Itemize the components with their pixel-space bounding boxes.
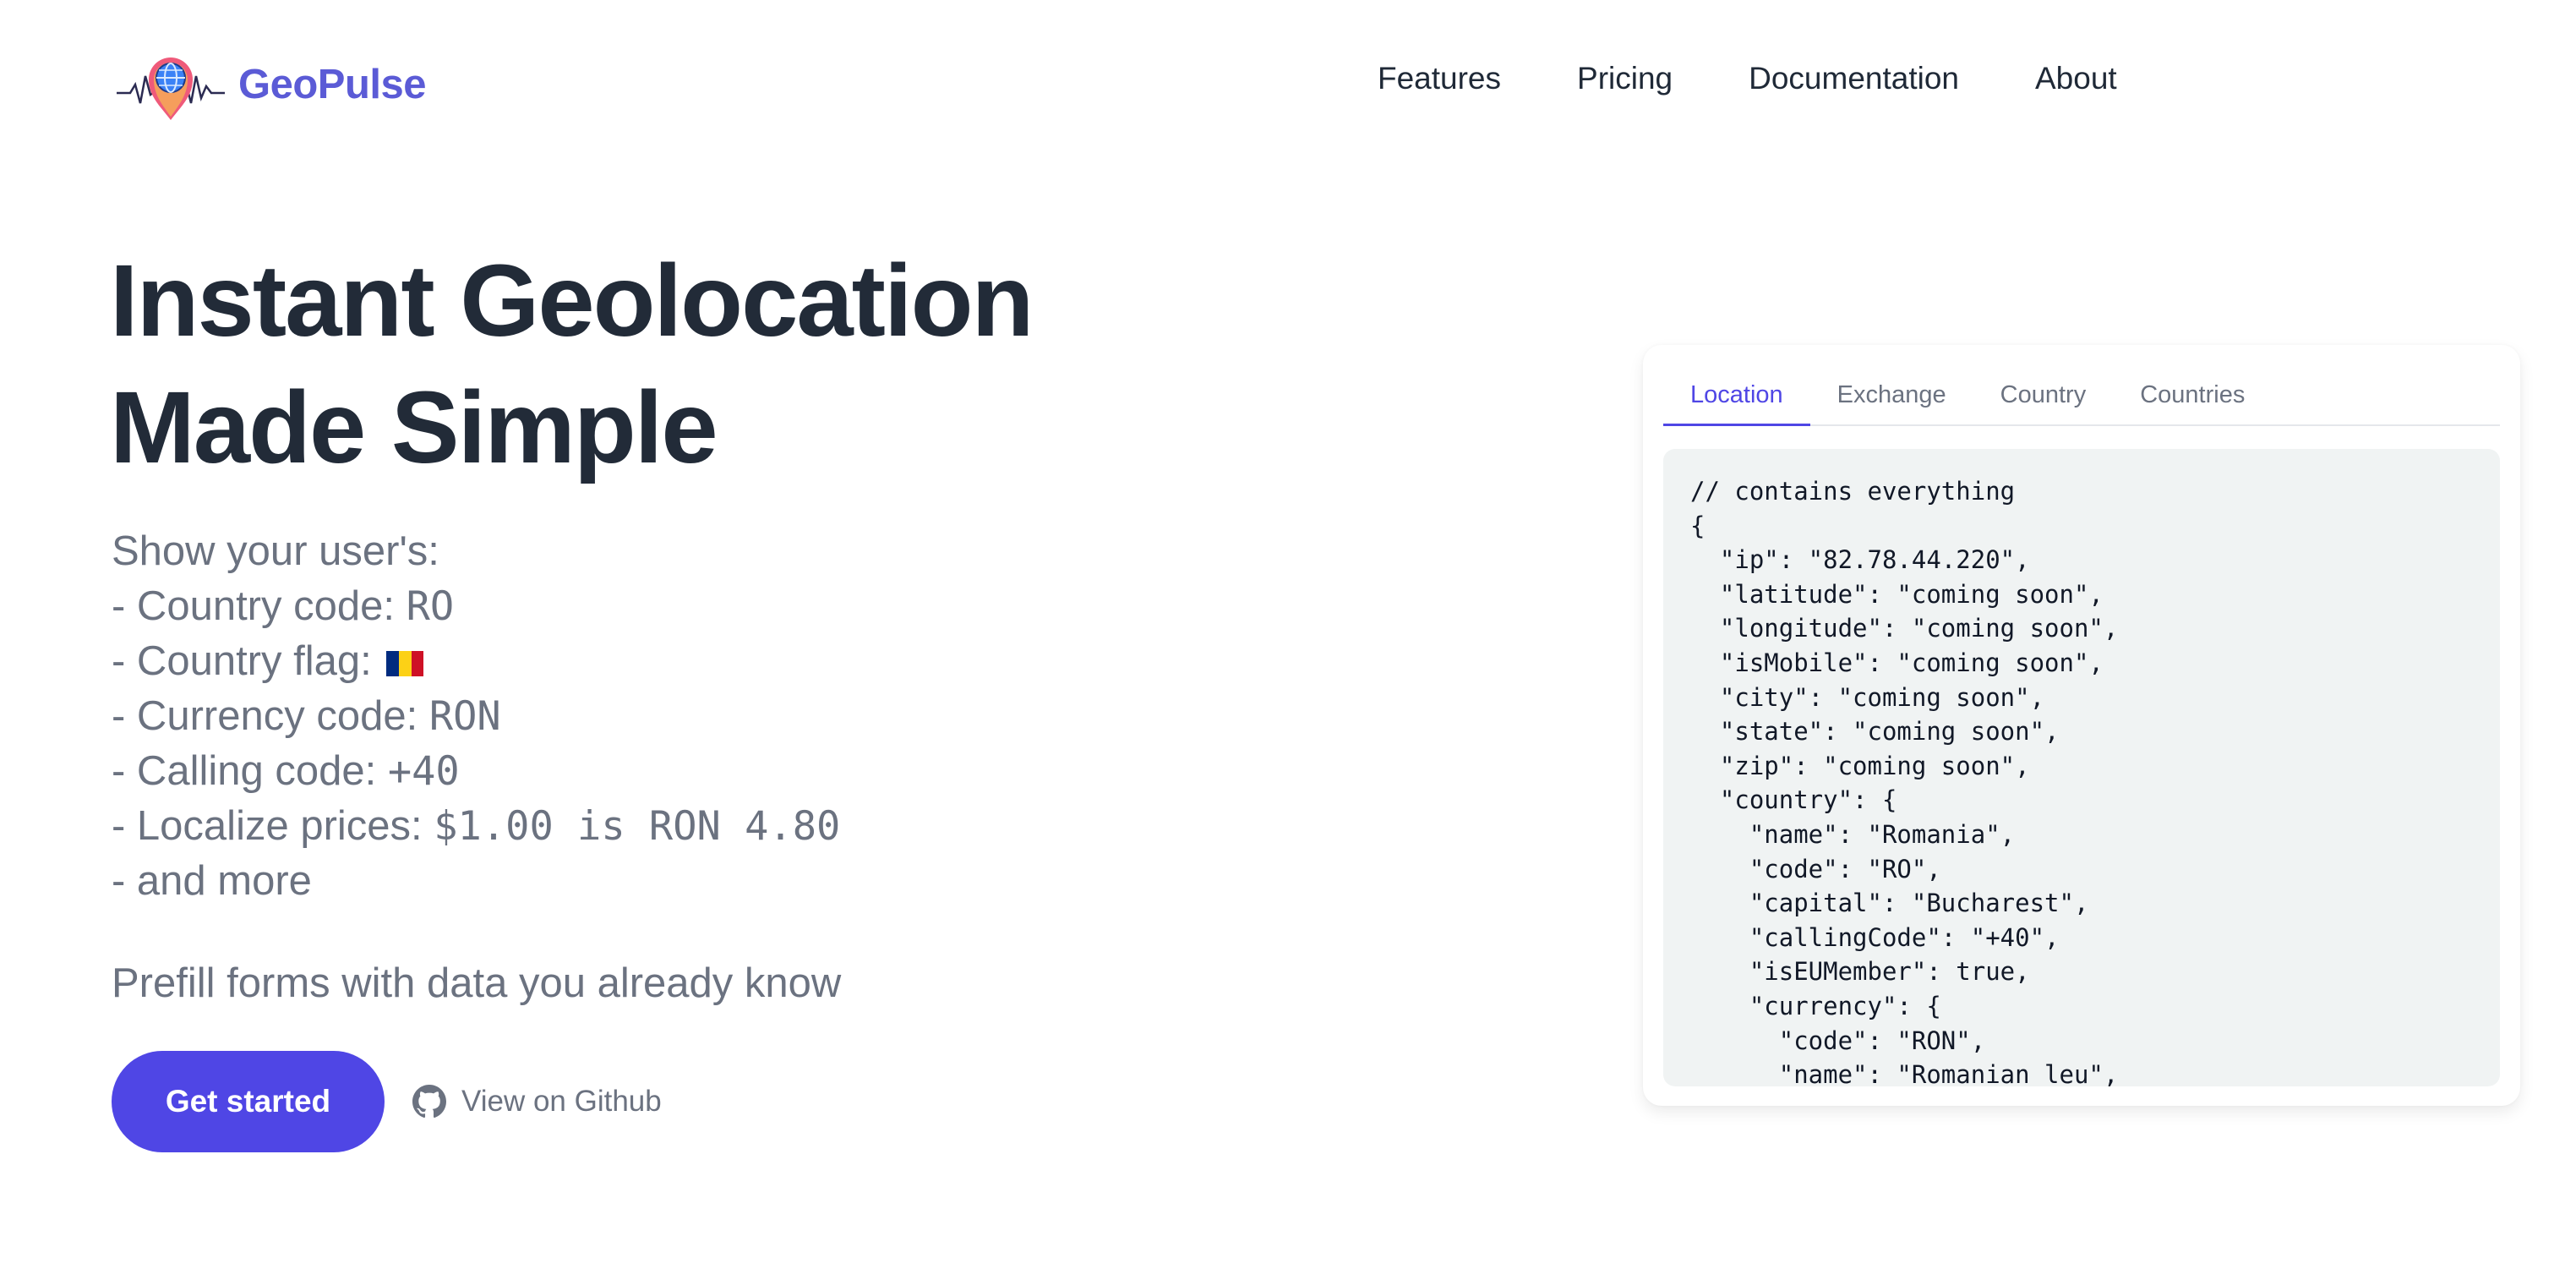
- nav-item-pricing[interactable]: Pricing: [1577, 61, 1673, 96]
- feature-currency-code-value: RON: [428, 693, 501, 740]
- view-on-github-link[interactable]: View on Github: [412, 1085, 662, 1119]
- code-line: "callingCode": "+40",: [1690, 922, 2060, 952]
- feature-localize-prices-label: - Localize prices:: [112, 803, 434, 849]
- feature-currency-code: - Currency code: RON: [112, 689, 1210, 744]
- nav-item-about[interactable]: About: [2035, 61, 2117, 96]
- api-example-tabs: Location Exchange Country Countries: [1663, 365, 2500, 426]
- tab-exchange[interactable]: Exchange: [1810, 365, 1973, 426]
- hero-title-line-2: Made Simple: [110, 369, 718, 484]
- code-line: "capital": "Bucharest",: [1690, 889, 2089, 918]
- code-line: "name": "Romanian leu",: [1690, 1060, 2119, 1086]
- romania-flag-icon: [386, 636, 424, 676]
- feature-localize-prices: - Localize prices: $1.00 is RON 4.80: [112, 799, 1210, 854]
- tab-countries[interactable]: Countries: [2113, 365, 2272, 426]
- tab-country[interactable]: Country: [1973, 365, 2114, 426]
- code-line: "currency": {: [1690, 991, 1941, 1020]
- github-icon: [412, 1085, 446, 1119]
- brand-name: GeoPulse: [238, 62, 427, 107]
- feature-calling-code-value: +40: [387, 748, 460, 795]
- feature-country-code-value: RO: [406, 583, 455, 630]
- feature-country-flag: - Country flag:: [112, 634, 1210, 689]
- get-started-button[interactable]: Get started: [112, 1051, 385, 1152]
- feature-calling-code-label: - Calling code:: [112, 748, 388, 794]
- tab-location[interactable]: Location: [1663, 365, 1810, 426]
- feature-country-code: - Country code: RO: [112, 579, 1210, 634]
- brand-logo-link[interactable]: GeoPulse: [115, 42, 427, 127]
- feature-country-flag-label: - Country flag:: [112, 638, 384, 684]
- code-line: "ip": "82.78.44.220",: [1690, 545, 2030, 575]
- view-on-github-label: View on Github: [461, 1085, 662, 1118]
- code-line: "code": "RON",: [1690, 1026, 1986, 1055]
- code-line: "country": {: [1690, 785, 1897, 815]
- code-line: "state": "coming soon",: [1690, 717, 2060, 747]
- code-line: "latitude": "coming soon",: [1690, 579, 2104, 609]
- code-line: "longitude": "coming soon",: [1690, 614, 2119, 643]
- feature-list: Show your user's: - Country code: RO - C…: [112, 524, 1210, 909]
- code-line: // contains everything: [1690, 477, 2016, 506]
- code-content: // contains everything { "ip": "82.78.44…: [1690, 474, 2473, 1086]
- hero-title-line-1: Instant Geolocation: [110, 243, 1034, 358]
- feature-and-more: - and more: [112, 858, 312, 904]
- code-line: "isMobile": "coming soon",: [1690, 648, 2104, 677]
- feature-localize-prices-value: $1.00 is RON 4.80: [434, 803, 841, 850]
- site-header: GeoPulse Features Pricing Documentation …: [0, 0, 2576, 169]
- main-nav: Features Pricing Documentation About: [1378, 61, 2193, 96]
- feature-intro: Show your user's:: [112, 528, 439, 574]
- code-line: "code": "RO",: [1690, 854, 1941, 883]
- prefill-text: Prefill forms with data you already know: [112, 960, 842, 1006]
- nav-item-documentation[interactable]: Documentation: [1749, 61, 1959, 96]
- code-line: {: [1690, 511, 1706, 540]
- api-example-card: Location Exchange Country Countries // c…: [1643, 345, 2520, 1106]
- code-block[interactable]: // contains everything { "ip": "82.78.44…: [1663, 449, 2500, 1086]
- code-line: "city": "coming soon",: [1690, 682, 2045, 712]
- feature-country-code-label: - Country code:: [112, 583, 407, 629]
- nav-item-features[interactable]: Features: [1378, 61, 1501, 96]
- globe-pin-pulse-icon: [117, 57, 225, 120]
- code-line: "zip": "coming soon",: [1690, 751, 2030, 780]
- feature-currency-code-label: - Currency code:: [112, 693, 429, 739]
- hero-title: Instant Geolocation Made Simple: [110, 237, 1378, 490]
- code-line: "name": "Romania",: [1690, 819, 2016, 849]
- code-line: "isEUMember": true,: [1690, 957, 2030, 987]
- feature-calling-code: - Calling code: +40: [112, 744, 1210, 799]
